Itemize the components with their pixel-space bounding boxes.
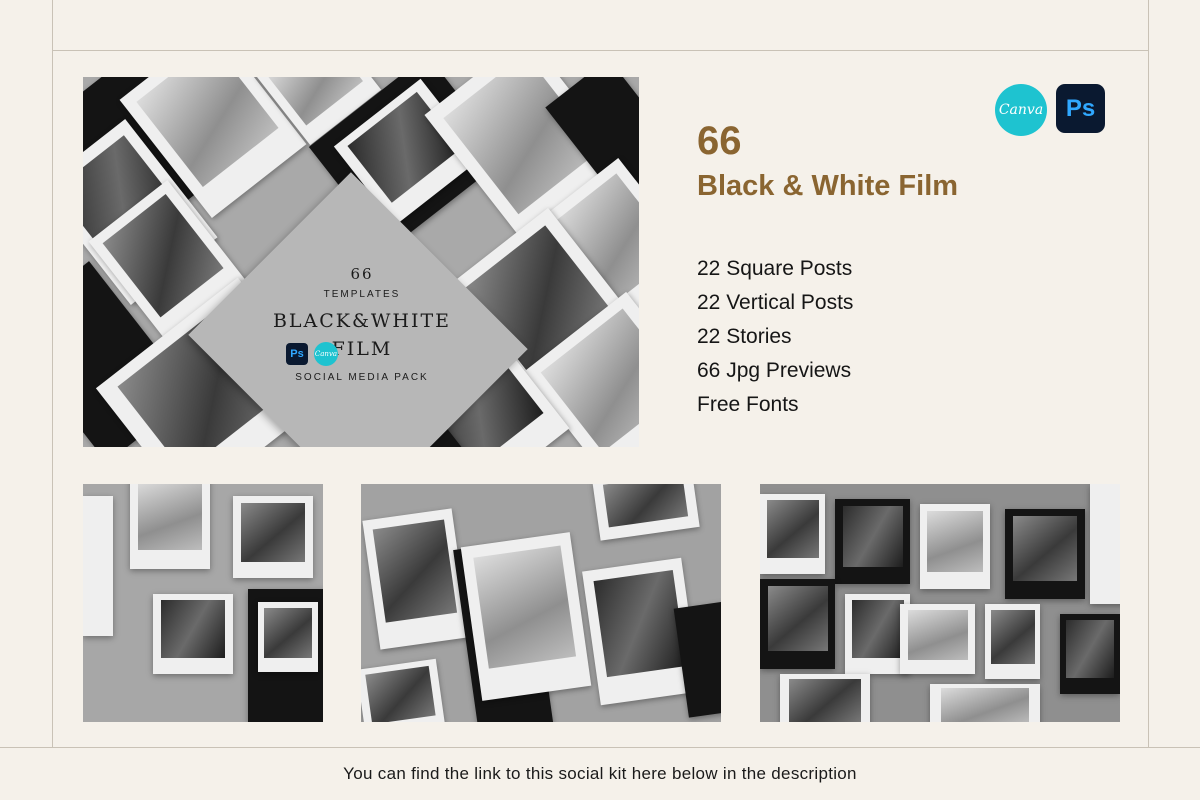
- feature-list: 22 Square Posts 22 Vertical Posts 22 Sto…: [697, 252, 853, 422]
- mockup-tile: [592, 484, 700, 541]
- hero-pack-label: SOCIAL MEDIA PACK: [295, 372, 429, 383]
- mockup-tile: [1090, 484, 1120, 604]
- mockup-tile: [460, 532, 592, 701]
- frame-line-top: [52, 50, 1148, 51]
- feature-item: 22 Square Posts: [697, 257, 853, 280]
- hero-templates-label: TEMPLATES: [323, 289, 401, 300]
- mockup-tile: [362, 508, 470, 650]
- hero-title-block: 66 TEMPLATES BLACK&WHITE FILM SOCIAL MED…: [253, 265, 471, 383]
- mockup-tile: [985, 604, 1040, 679]
- hero-count: 66: [350, 265, 374, 283]
- mockup-tile: [1005, 509, 1085, 599]
- mockup-tile: [130, 484, 210, 569]
- mockup-tile: [780, 674, 870, 722]
- photoshop-icon: Ps: [1056, 84, 1105, 133]
- feature-item: 22 Stories: [697, 325, 792, 348]
- footer-caption: You can find the link to this social kit…: [343, 764, 857, 783]
- mockup-tile: [835, 499, 910, 584]
- feature-item: Free Fonts: [697, 393, 799, 416]
- mockup-tile: [920, 504, 990, 589]
- mockup-tile: [760, 579, 835, 669]
- frame-line-bottom: [0, 747, 1200, 748]
- mockup-tile: [258, 602, 318, 672]
- mockup-tile: [83, 496, 113, 636]
- feature-item: 66 Jpg Previews: [697, 359, 852, 382]
- frame-line-left: [52, 0, 53, 748]
- canva-icon: Canva: [995, 84, 1047, 136]
- mockup-tile: [153, 594, 233, 674]
- feature-item: 22 Vertical Posts: [697, 291, 854, 314]
- canva-icon: Canva: [314, 342, 338, 366]
- preview-thumbnail-2: [361, 484, 721, 722]
- preview-thumbnail-3: [760, 484, 1120, 722]
- preview-thumbnail-1: [83, 484, 323, 722]
- hero-mockup-image: 66 TEMPLATES BLACK&WHITE FILM SOCIAL MED…: [83, 77, 639, 447]
- mockup-tile: [900, 604, 975, 674]
- product-title: Black & White Film: [697, 170, 959, 202]
- product-count: 66: [697, 119, 742, 163]
- hero-title-line1: BLACK&WHITE: [272, 310, 452, 332]
- mockup-tile: [361, 658, 446, 722]
- mockup-tile: [760, 494, 825, 574]
- mockup-tile: [233, 496, 313, 578]
- mockup-tile: [930, 684, 1040, 722]
- mockup-tile: [1060, 614, 1120, 694]
- frame-line-right: [1148, 0, 1149, 748]
- mockup-tile: [673, 600, 721, 718]
- photoshop-icon: Ps: [286, 343, 308, 365]
